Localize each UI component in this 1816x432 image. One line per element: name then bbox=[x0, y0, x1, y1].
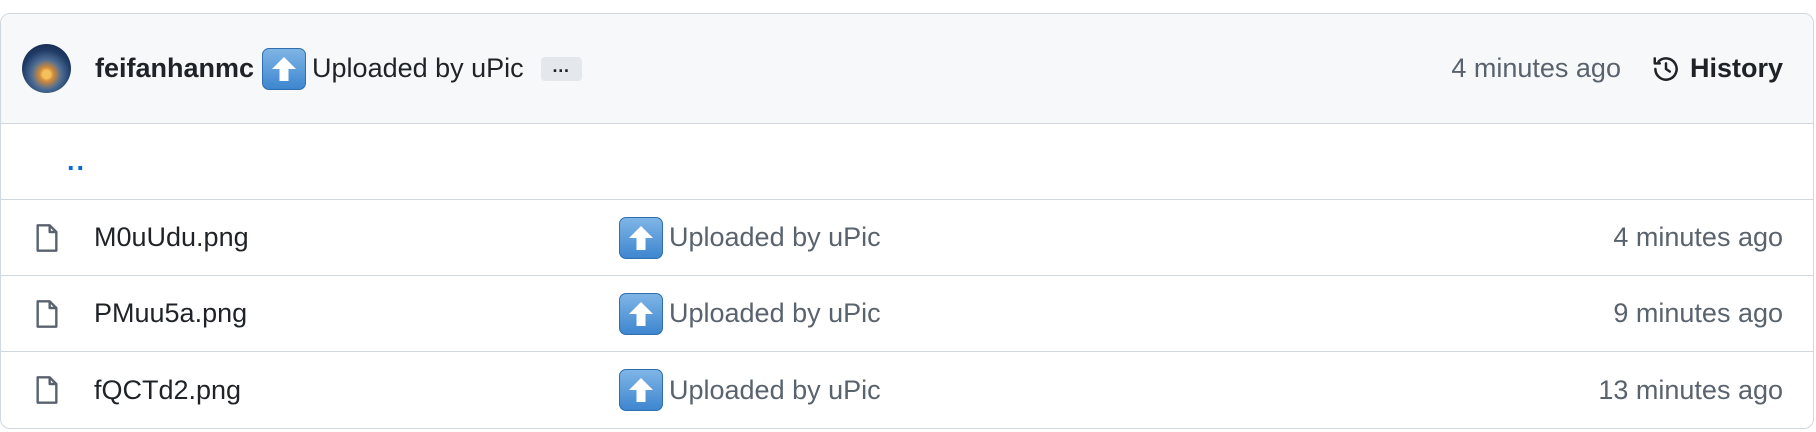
file-commit-time[interactable]: 9 minutes ago bbox=[1613, 298, 1783, 329]
file-commit-time[interactable]: 4 minutes ago bbox=[1613, 222, 1783, 253]
file-browser: feifanhanmc Uploaded by uPic … 4 minutes… bbox=[0, 13, 1814, 429]
file-commit-message[interactable]: Uploaded by uPic bbox=[669, 375, 881, 406]
history-button[interactable]: History bbox=[1651, 53, 1783, 84]
history-label: History bbox=[1689, 53, 1783, 83]
history-icon bbox=[1653, 56, 1678, 81]
expand-commit-button[interactable]: … bbox=[540, 56, 582, 81]
up-arrow-emoji-icon bbox=[619, 216, 663, 259]
file-name-link[interactable]: M0uUdu.png bbox=[94, 222, 619, 253]
up-arrow-emoji-icon bbox=[619, 369, 663, 411]
table-row: M0uUdu.png Uploaded by uPic 4 minutes ag… bbox=[1, 200, 1813, 276]
table-row: fQCTd2.png Uploaded by uPic 13 minutes a… bbox=[1, 352, 1813, 428]
parent-directory-row[interactable]: .. bbox=[1, 124, 1813, 200]
commit-time[interactable]: 4 minutes ago bbox=[1451, 53, 1621, 84]
file-commit-message[interactable]: Uploaded by uPic bbox=[669, 298, 881, 329]
file-name-link[interactable]: PMuu5a.png bbox=[94, 298, 619, 329]
latest-commit-bar: feifanhanmc Uploaded by uPic … 4 minutes… bbox=[1, 14, 1813, 124]
file-icon bbox=[36, 376, 58, 404]
file-icon bbox=[36, 223, 58, 252]
file-name-link[interactable]: fQCTd2.png bbox=[94, 375, 619, 406]
up-arrow-emoji-icon bbox=[619, 292, 663, 335]
avatar[interactable] bbox=[22, 44, 71, 93]
file-commit-message[interactable]: Uploaded by uPic bbox=[669, 222, 881, 253]
file-icon bbox=[36, 299, 58, 328]
file-commit-time[interactable]: 13 minutes ago bbox=[1598, 375, 1783, 406]
parent-directory-link[interactable]: .. bbox=[31, 146, 86, 177]
commit-author[interactable]: feifanhanmc bbox=[95, 53, 254, 84]
table-row: PMuu5a.png Uploaded by uPic 9 minutes ag… bbox=[1, 276, 1813, 352]
commit-message[interactable]: Uploaded by uPic bbox=[312, 53, 524, 84]
up-arrow-emoji-icon bbox=[262, 47, 307, 90]
